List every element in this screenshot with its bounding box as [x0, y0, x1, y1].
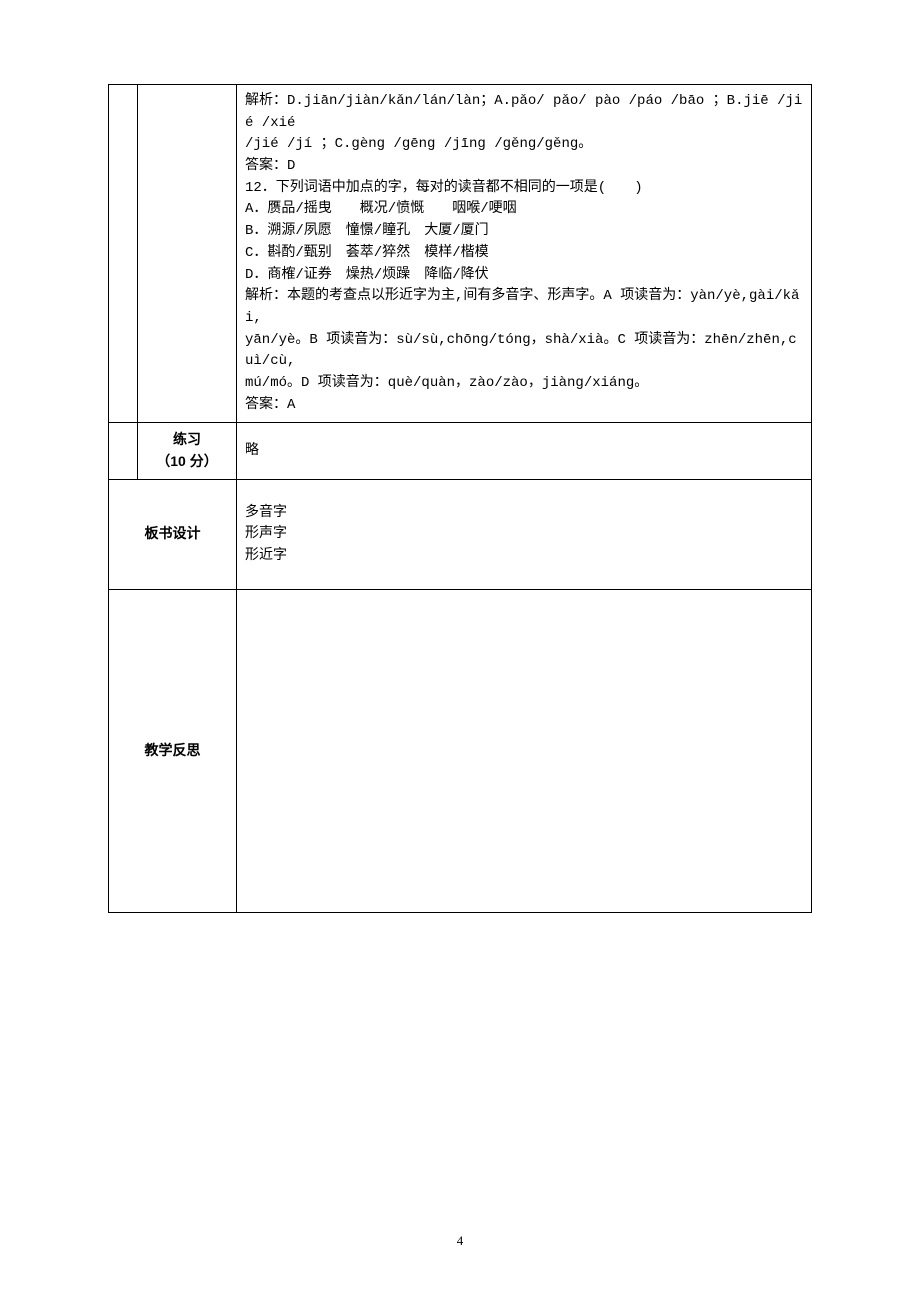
lesson-plan-table: 解析：D.jiān/jiàn/kǎn/lán/làn；A.pǎo/ pǎo/ p… [108, 84, 812, 913]
answer-line-7: C．斟酌/甄别 荟萃/猝然 模样/楷模 [245, 245, 489, 261]
board-line-2: 形声字 [245, 526, 287, 541]
board-content-cell: 多音字 形声字 形近字 [237, 479, 812, 589]
answer-line-5: A．赝品/摇曳 概况/愤慨 咽喉/哽咽 [245, 201, 517, 217]
board-label: 板书设计 [145, 525, 201, 541]
practice-label-1: 练习 [173, 431, 201, 447]
answer-line-12: 答案：A [245, 397, 295, 413]
answer-line-9: 解析：本题的考查点以形近字为主,间有多音字、形声字。A 项读音为：yàn/yè,… [245, 288, 799, 326]
answer-content-cell: 解析：D.jiān/jiàn/kǎn/lán/làn；A.pǎo/ pǎo/ p… [237, 85, 812, 423]
answer-line-1: 解析：D.jiān/jiàn/kǎn/lán/làn；A.pǎo/ pǎo/ p… [245, 93, 802, 131]
answer-line-4: 12．下列词语中加点的字，每对的读音都不相同的一项是( ) [245, 180, 643, 196]
practice-content: 略 [245, 443, 259, 458]
board-label-cell: 板书设计 [109, 479, 237, 589]
reflection-content-cell [237, 589, 812, 912]
board-line-1: 多音字 [245, 505, 287, 520]
board-design-row: 板书设计 多音字 形声字 形近字 [109, 479, 812, 589]
answer-line-10: yān/yè。B 项读音为：sù/sù,chōng/tóng，shà/xià。C… [245, 332, 797, 370]
practice-label-2: （10 分） [156, 453, 217, 469]
answer-row: 解析：D.jiān/jiàn/kǎn/lán/làn；A.pǎo/ pǎo/ p… [109, 85, 812, 423]
practice-label-cell: 练习 （10 分） [138, 423, 237, 479]
empty-side-cell [109, 423, 138, 479]
practice-row: 练习 （10 分） 略 [109, 423, 812, 479]
reflection-row: 教学反思 [109, 589, 812, 912]
page-number: 4 [108, 1233, 812, 1249]
reflection-label: 教学反思 [145, 742, 201, 758]
board-line-3: 形近字 [245, 548, 287, 563]
answer-line-3: 答案：D [245, 158, 295, 174]
practice-content-cell: 略 [237, 423, 812, 479]
reflection-label-cell: 教学反思 [109, 589, 237, 912]
answer-line-11: mú/mó。D 项读音为：què/quàn，zào/zào，jiàng/xián… [245, 375, 648, 391]
answer-line-2: /jié /jí ；C.gèng /gēng /jīng /gěng/gěng。 [245, 136, 592, 152]
answer-line-8: D．商榷/证券 燥热/烦躁 降临/降伏 [245, 267, 489, 283]
answer-line-6: B．溯源/夙愿 憧憬/瞳孔 大厦/厦门 [245, 223, 489, 239]
empty-side-cell [109, 85, 138, 423]
empty-label-cell [138, 85, 237, 423]
